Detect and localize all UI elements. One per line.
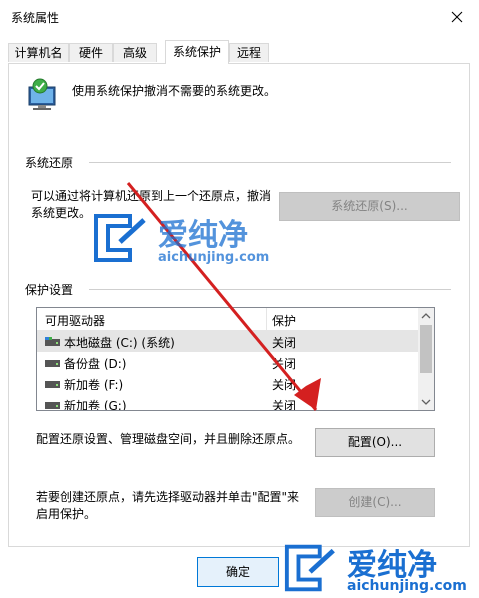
annotation-arrow [126, 182, 321, 411]
watermark-logo-icon [94, 214, 146, 262]
watermark-center: 爱纯净 aichunjing.com [92, 210, 302, 270]
tab-system-protection[interactable]: 系统保护 [165, 40, 229, 64]
watermark-corner: 爱纯净 aichunjing.com [283, 540, 477, 598]
watermark-brand: 爱纯净 [158, 218, 248, 253]
watermark-logo-icon [284, 544, 335, 592]
watermark-domain: aichunjing.com [158, 250, 270, 265]
watermark-domain: aichunjing.com [347, 578, 467, 594]
